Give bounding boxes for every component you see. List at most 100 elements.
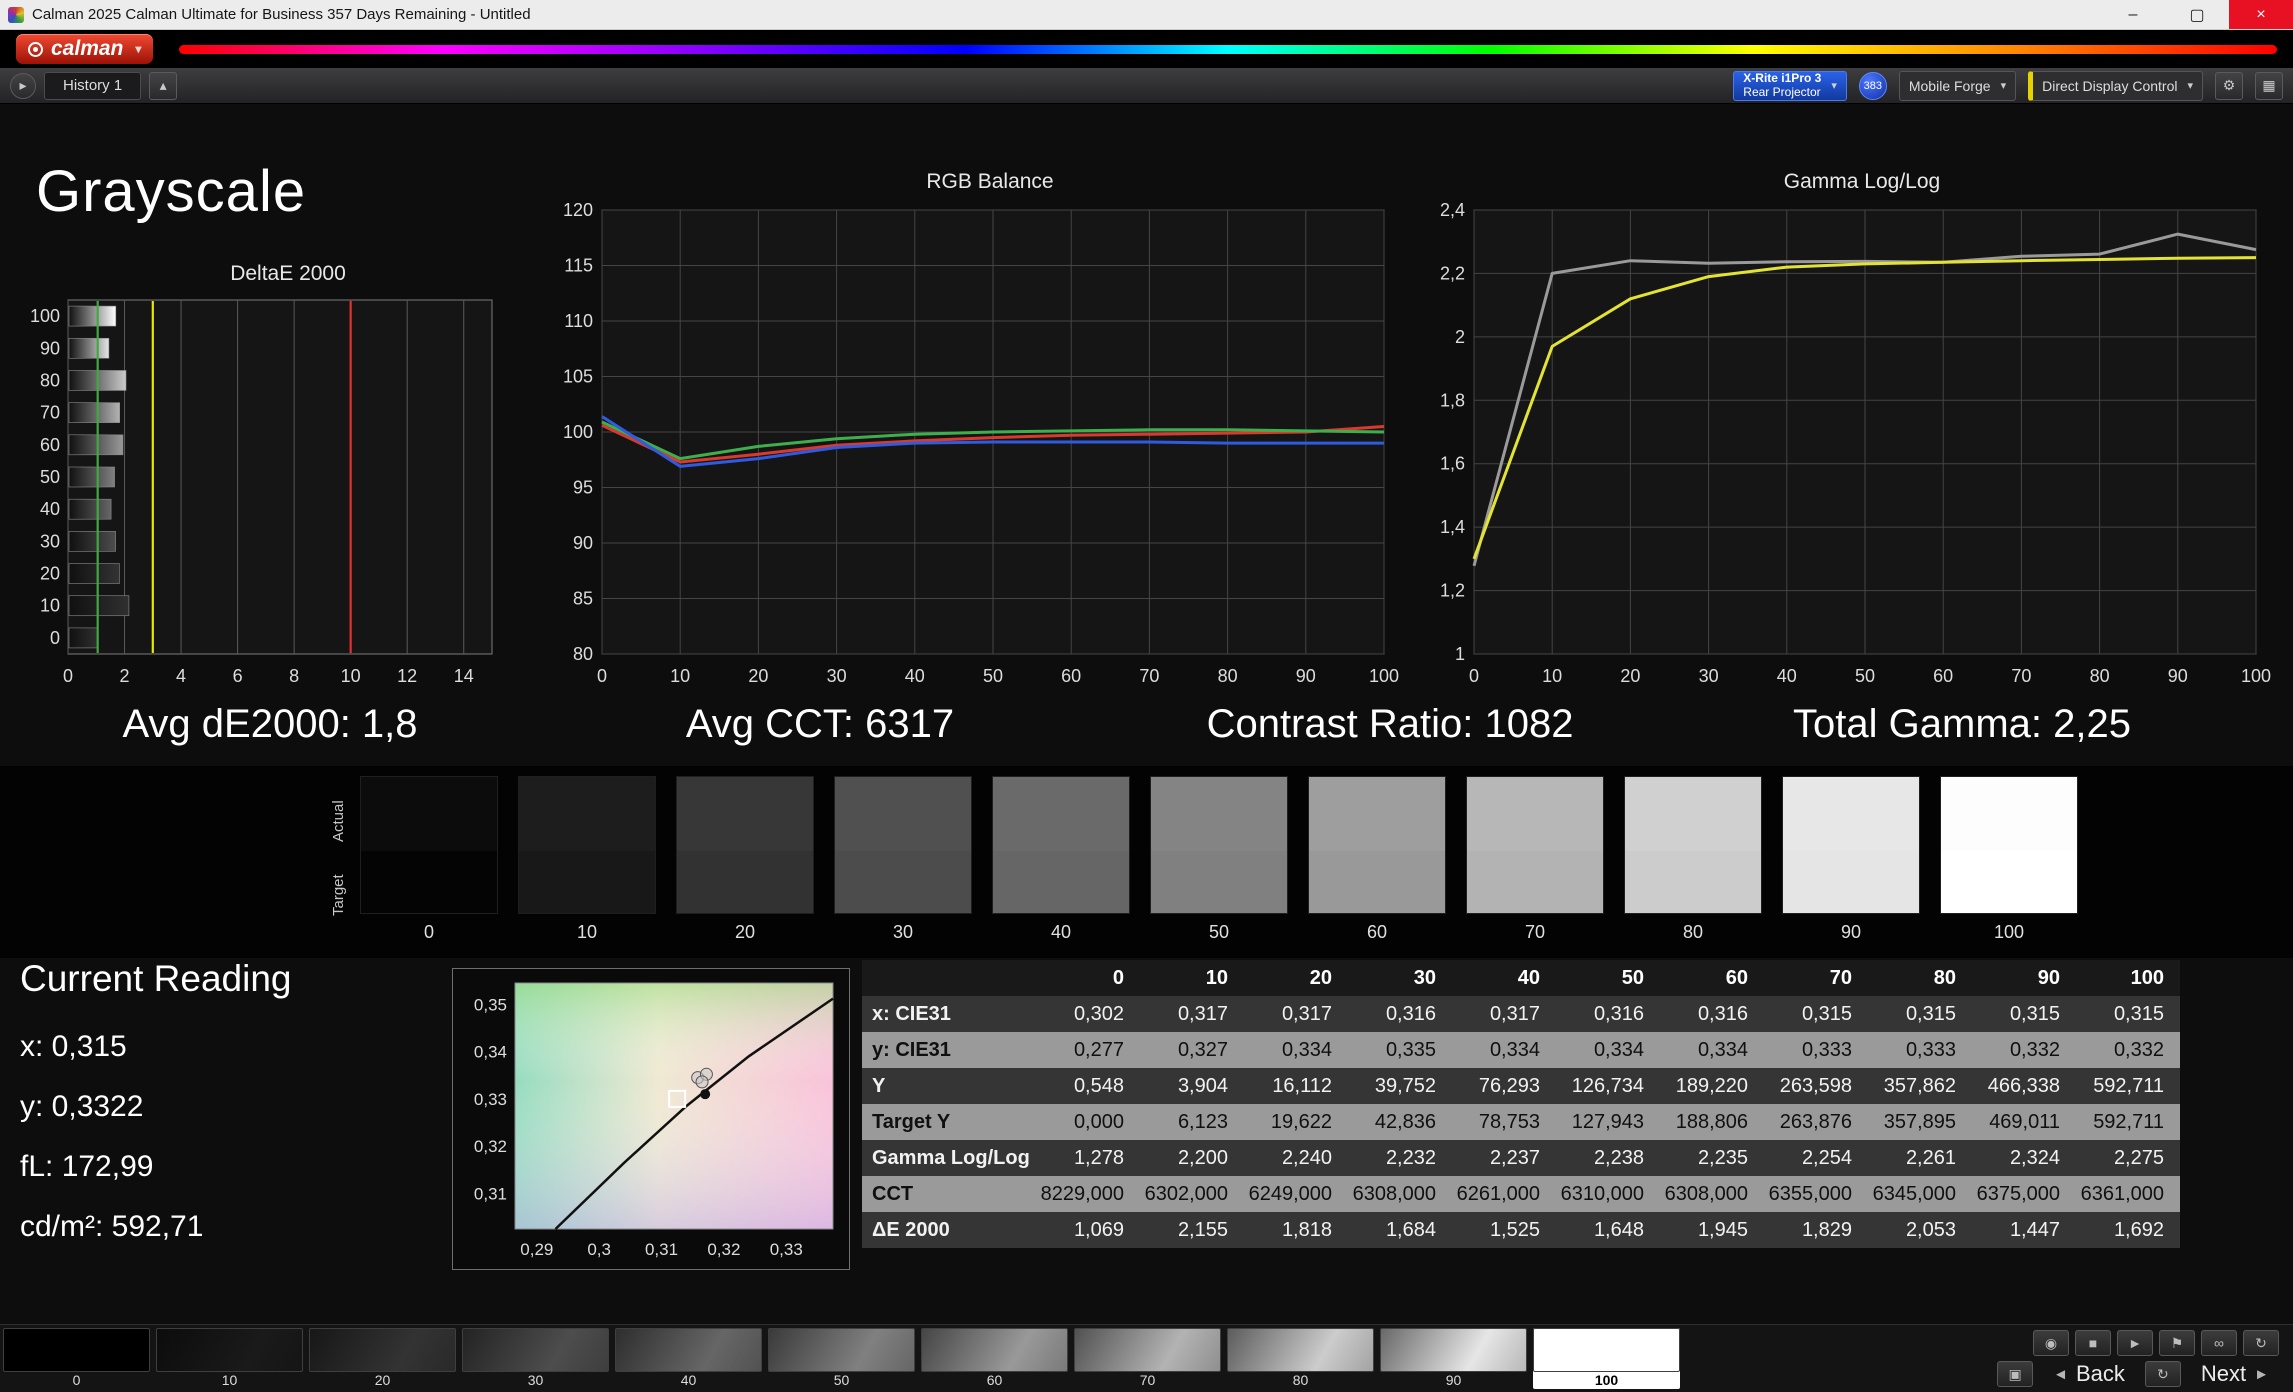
patch-face xyxy=(921,1328,1068,1372)
svg-text:0,33: 0,33 xyxy=(770,1240,803,1259)
deltae-chart: DeltaE 2000 0 2 4 6 8 10 12 14 100 90 80 70 60 50 40 30… xyxy=(28,262,508,699)
stat-avg-de2000: Avg dE2000: 1,8 xyxy=(122,702,418,746)
app-window: Calman 2025 Calman Ultimate for Business… xyxy=(0,0,2293,1392)
patch-button-30[interactable]: 30 xyxy=(462,1328,609,1389)
flag-button[interactable]: ⚑ xyxy=(2159,1330,2195,1356)
play-button[interactable]: ► xyxy=(2117,1330,2153,1356)
swatch-actual xyxy=(361,777,497,852)
patch-face xyxy=(1227,1328,1374,1372)
table-cell: 0,317 xyxy=(1489,1002,1540,1025)
grayscale-swatch-50: 50 xyxy=(1150,776,1288,943)
patch-button-60[interactable]: 60 xyxy=(921,1328,1068,1389)
window-controls: – ▢ × xyxy=(2101,0,2293,29)
swatch-actual xyxy=(993,777,1129,852)
patch-button-100[interactable]: 100 xyxy=(1533,1328,1680,1389)
stop-button[interactable]: ■ xyxy=(2075,1330,2111,1356)
reading-x: x: 0,315 xyxy=(20,1030,127,1063)
next-button[interactable]: Next ► xyxy=(2191,1360,2279,1388)
svg-text:1,2: 1,2 xyxy=(1440,581,1465,601)
svg-text:70: 70 xyxy=(40,403,60,423)
record-button[interactable]: ◉ xyxy=(2033,1330,2069,1356)
patch-button-20[interactable]: 20 xyxy=(309,1328,456,1389)
stop-patches-button[interactable]: ▣ xyxy=(1997,1361,2034,1387)
svg-text:0,29: 0,29 xyxy=(520,1240,553,1259)
resume-button[interactable]: ↻ xyxy=(2144,1361,2181,1387)
deltae-bar-50 xyxy=(68,466,115,488)
layout-grid-button[interactable]: ▦ xyxy=(2255,71,2283,100)
bottom-bar: 0 10 20 30 40 50 60 70 80 90 100 ◉ ■ ► ⚑ ∞ ↻ ▣ ◄ Back ↻… xyxy=(0,1324,2293,1392)
table-cell: 0,317 xyxy=(1177,1002,1228,1025)
calman-logo[interactable]: calman ▾ xyxy=(16,34,154,64)
table-cell: 6261,000 xyxy=(1456,1182,1540,1205)
back-button[interactable]: ◄ Back xyxy=(2043,1360,2135,1388)
table-cell: 592,711 xyxy=(2093,1110,2164,1133)
patch-button-80[interactable]: 80 xyxy=(1227,1328,1374,1389)
svg-text:0,35: 0,35 xyxy=(474,995,507,1014)
deltae-bar-70 xyxy=(68,402,120,423)
history-add-button[interactable]: ▴ xyxy=(149,71,178,100)
history-collapse-button[interactable]: ▸ xyxy=(10,72,36,99)
patch-button-50[interactable]: 50 xyxy=(768,1328,915,1389)
patch-button-0[interactable]: 0 xyxy=(3,1328,150,1389)
patch-label: 30 xyxy=(527,1372,544,1388)
stat-avg-cct: Avg CCT: 6317 xyxy=(685,702,955,746)
table-column-header: 90 xyxy=(2037,966,2060,989)
svg-text:12: 12 xyxy=(397,666,417,686)
grayscale-swatch-80: 80 xyxy=(1624,776,1762,943)
meter-dropdown[interactable]: X-Rite i1Pro 3 Rear Projector ▾ xyxy=(1733,70,1847,101)
svg-text:100: 100 xyxy=(2241,666,2271,686)
close-button[interactable]: × xyxy=(2229,0,2293,29)
patch-button-40[interactable]: 40 xyxy=(615,1328,762,1389)
table-cell: 3,904 xyxy=(1177,1074,1228,1097)
grayscale-swatch-100: 100 xyxy=(1940,776,2078,943)
table-column-header: 30 xyxy=(1413,966,1436,989)
settings-gear-button[interactable]: ⚙ xyxy=(2215,71,2243,100)
table-cell: 0,332 xyxy=(2113,1038,2164,1061)
patch-face xyxy=(1380,1328,1527,1372)
table-cell: 0,327 xyxy=(1177,1038,1228,1061)
svg-text:0: 0 xyxy=(597,666,607,686)
maximize-button[interactable]: ▢ xyxy=(2165,0,2229,29)
chevron-down-icon: ▾ xyxy=(1831,80,1837,92)
history-tab-label: History 1 xyxy=(63,77,123,94)
table-cell: 0,316 xyxy=(1697,1002,1748,1025)
deltae-plot: 0 2 4 6 8 10 12 141009080706050403020100 xyxy=(30,299,493,686)
deltae-bar-0 xyxy=(68,627,99,649)
svg-text:1,6: 1,6 xyxy=(1440,454,1465,474)
table-cell: 0,333 xyxy=(1801,1038,1852,1061)
table-cell: 357,895 xyxy=(1883,1110,1956,1133)
table-column-header: 50 xyxy=(1621,966,1644,989)
display-control-dropdown[interactable]: Direct Display Control ▾ xyxy=(2028,70,2203,101)
table-cell: 0,335 xyxy=(1385,1038,1436,1061)
table-row: Y 0,548 3,904 16,112 39,752 76,293 126,734 189,… xyxy=(862,1068,2180,1104)
meter-status-badge[interactable]: 383 xyxy=(1858,71,1887,100)
swatch-level-label: 70 xyxy=(1524,922,1546,942)
svg-text:0,32: 0,32 xyxy=(707,1240,740,1259)
app-icon xyxy=(8,6,24,23)
patch-button-70[interactable]: 70 xyxy=(1074,1328,1221,1389)
toolbar-left: ▸ History 1 ▴ xyxy=(10,71,178,100)
table-cell: 8229,000 xyxy=(1040,1182,1124,1205)
table-cell: 42,836 xyxy=(1374,1110,1436,1133)
patch-button-90[interactable]: 90 xyxy=(1380,1328,1527,1389)
minimize-button[interactable]: – xyxy=(2101,0,2165,29)
svg-text:100: 100 xyxy=(1369,666,1399,686)
table-row: x: CIE31 0,302 0,317 0,317 0,316 0,317 0,316 0,… xyxy=(862,996,2180,1032)
table-cell: 592,711 xyxy=(2093,1074,2164,1097)
swatch-level-label: 0 xyxy=(423,922,434,942)
table-cell: 0,548 xyxy=(1073,1074,1124,1097)
tab-history-1[interactable]: History 1 xyxy=(44,71,142,100)
source-dropdown[interactable]: Mobile Forge ▾ xyxy=(1898,70,2017,101)
svg-text:0,33: 0,33 xyxy=(474,1090,507,1109)
loop-button[interactable]: ∞ xyxy=(2201,1330,2237,1356)
svg-text:60: 60 xyxy=(1061,666,1081,686)
back-label: Back xyxy=(2075,1361,2125,1386)
table-cell: 2,324 xyxy=(2009,1146,2060,1169)
svg-text:105: 105 xyxy=(563,367,593,387)
patch-button-10[interactable]: 10 xyxy=(156,1328,303,1389)
svg-text:120: 120 xyxy=(563,202,593,220)
window-title: Calman 2025 Calman Ultimate for Business… xyxy=(32,6,531,23)
svg-text:30: 30 xyxy=(40,531,60,551)
refresh-button[interactable]: ↻ xyxy=(2243,1330,2279,1356)
table-cell: 0,317 xyxy=(1281,1002,1332,1025)
